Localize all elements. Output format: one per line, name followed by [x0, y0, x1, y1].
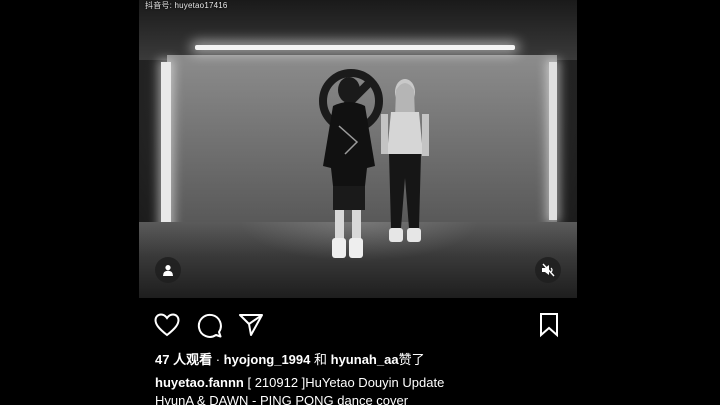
- ceiling-light: [195, 45, 515, 50]
- caption-line-1: huyetao.fannn [ 210912 ]HuYetao Douyin U…: [155, 374, 575, 392]
- left-light-panel: [161, 62, 171, 232]
- heart-icon: [154, 313, 180, 337]
- liker-link-2[interactable]: hyunah_aa: [331, 352, 399, 367]
- author-username[interactable]: huyetao.fannn: [155, 375, 244, 390]
- instagram-post: 抖音号: huyetao17416 47 人观看 · hyojong_1994 …: [139, 0, 577, 405]
- right-light-panel: [549, 62, 557, 220]
- likes-summary: 47 人观看 · hyojong_1994 和 hyunah_aa赞了: [155, 349, 425, 368]
- person-tag-icon: [163, 265, 173, 276]
- share-button[interactable]: [237, 311, 265, 339]
- view-count[interactable]: 47 人观看: [155, 352, 212, 367]
- liker-link-1[interactable]: hyojong_1994: [224, 352, 311, 367]
- save-button[interactable]: [535, 311, 563, 339]
- conjunction: 和: [314, 352, 328, 367]
- speech-bubble-icon: [197, 313, 222, 338]
- mute-toggle-button[interactable]: [535, 257, 561, 283]
- caption-line-2: HyunA & DAWN - PING PONG dance cover: [155, 393, 409, 405]
- caption-text-1: [ 210912 ]HuYetao Douyin Update: [247, 375, 445, 390]
- paper-plane-icon: [239, 314, 263, 336]
- post-caption: huyetao.fannn [ 210912 ]HuYetao Douyin U…: [155, 374, 575, 405]
- speaker-muted-icon: [542, 263, 555, 277]
- separator-dot: ·: [215, 352, 221, 367]
- liked-suffix: 赞了: [398, 352, 425, 367]
- watermark-text: 抖音号: huyetao17416: [145, 1, 228, 10]
- bookmark-icon: [540, 313, 558, 338]
- comment-button[interactable]: [195, 311, 223, 339]
- video-player[interactable]: 抖音号: huyetao17416: [139, 0, 577, 298]
- dancer-left: [323, 77, 375, 258]
- dancer-right: [381, 79, 429, 242]
- tagged-people-button[interactable]: [155, 257, 181, 283]
- like-button[interactable]: [153, 311, 181, 339]
